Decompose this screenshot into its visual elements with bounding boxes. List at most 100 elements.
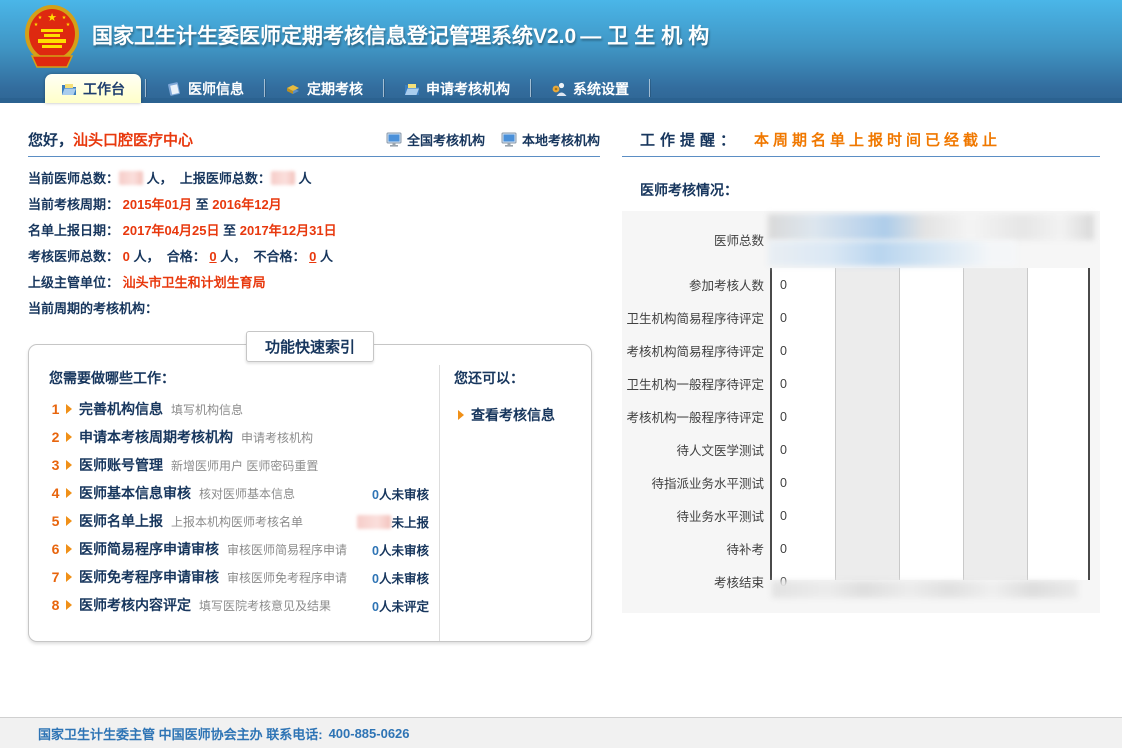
page-title: 国家卫生计生委医师定期考核信息登记管理系统V2.0—卫生机构 [92, 20, 715, 50]
link-label: 本地考核机构 [522, 130, 600, 149]
tab-label: 定期考核 [307, 79, 363, 99]
task-item-2[interactable]: 2 申请本考核周期考核机构 申请考核机构 [49, 423, 429, 451]
arrow-right-icon [66, 404, 72, 414]
national-assessment-orgs-link[interactable]: 全国考核机构 [386, 130, 485, 149]
report-date-row: 名单上报日期： 2017年04月25日 至 2017年12月31日 [28, 218, 600, 244]
assessment-cycle-row: 当前考核周期： 2015年01月 至 2016年12月 [28, 192, 600, 218]
footer-bar: 国家卫生计生委主管 中国医师协会主办 联系电话: 400-885-0626 [0, 717, 1122, 748]
unqualified-count-link[interactable]: 0 [309, 249, 316, 264]
svg-text:★: ★ [47, 12, 57, 24]
svg-text:★: ★ [66, 22, 71, 28]
books-icon [285, 81, 301, 97]
assessed-doctors-row: 考核医师总数： 0 人， 合格： 0 人， 不合格： 0 人 [28, 244, 600, 270]
content-area: 您好，汕头口腔医疗中心 全国考核机构 [0, 103, 1122, 717]
summary-info: 当前医师总数： 人， 上报医师总数： 人 当前考核周期： 2015年01月 至 … [28, 166, 600, 322]
view-assessment-info-link[interactable]: 查看考核信息 [454, 405, 591, 425]
tasks-header: 您需要做哪些工作： [49, 365, 429, 395]
tab-label: 医师信息 [188, 79, 244, 99]
redacted-value [119, 171, 143, 185]
monitor-icon [386, 132, 402, 147]
chart-row: 卫生机构一般程序待评定0 [622, 367, 1100, 400]
more-actions-header: 您还可以： [454, 365, 591, 395]
task-item-7[interactable]: 7 医师免考程序申请审核 审核医师免考程序申请 0人未审核 [49, 563, 429, 591]
left-pane: 您好，汕头口腔医疗中心 全国考核机构 [28, 103, 600, 642]
chart-title: 医师考核情况： [640, 180, 1100, 200]
footer-phone: 400-885-0626 [329, 726, 410, 741]
task-item-8[interactable]: 8 医师考核内容评定 填写医院考核意见及结果 0人未评定 [49, 591, 429, 619]
status-badge: 0人未评定 [372, 596, 429, 615]
task-item-6[interactable]: 6 医师简易程序申请审核 审核医师简易程序申请 0人未审核 [49, 535, 429, 563]
arrow-right-icon [66, 572, 72, 582]
quick-index-panel: 功能快速索引 您需要做哪些工作： 1 完善机构信息 填写机构信息 2 [28, 344, 592, 642]
qualified-count-link[interactable]: 0 [209, 249, 216, 264]
folder-icon [404, 81, 420, 97]
org-name: 汕头口腔医疗中心 [73, 132, 193, 149]
user-gear-icon [551, 81, 567, 97]
arrow-right-icon [66, 600, 72, 610]
svg-text:★: ★ [38, 15, 43, 21]
tab-separator [145, 79, 146, 97]
chart-row: 待人文医学测试0 [622, 433, 1100, 466]
arrow-right-icon [66, 544, 72, 554]
header-banner: ★ ★ ★ ★ ★ 国家卫生计生委医师定期考核信息登记管理系统V2.0—卫生机构… [0, 0, 1122, 103]
status-badge: 0人未审核 [372, 484, 429, 503]
divider [28, 156, 600, 157]
monitor-icon [501, 132, 517, 147]
doctor-count-row: 当前医师总数： 人， 上报医师总数： 人 [28, 166, 600, 192]
tab-physician-info[interactable]: 医师信息 [150, 74, 260, 103]
chart-row: 参加考核人数0 [622, 268, 1100, 301]
redacted-axis-labels [772, 581, 1078, 598]
chart-row: 待业务水平测试0 [622, 499, 1100, 532]
task-item-3[interactable]: 3 医师账号管理 新增医师用户 医师密码重置 [49, 451, 429, 479]
redacted-value [271, 171, 295, 185]
local-assessment-orgs-link[interactable]: 本地考核机构 [501, 130, 600, 149]
status-badge: 0人未审核 [372, 540, 429, 559]
assessment-status-chart: 医师总数 参加考核人数0 卫生机构简易程序待评定0 考核机构简易程序待评定0 卫… [622, 211, 1100, 613]
quick-index-title: 功能快速索引 [246, 331, 374, 362]
reminder-message: 本周期名单上报时间已经截止 [754, 129, 1001, 150]
app-window: ★ ★ ★ ★ ★ 国家卫生计生委医师定期考核信息登记管理系统V2.0—卫生机构… [0, 0, 1122, 748]
work-reminder: 工作提醒： 本周期名单上报时间已经截止 [640, 129, 1100, 149]
tab-label: 工作台 [83, 79, 125, 99]
arrow-right-icon [458, 410, 464, 420]
chart-row: 待指派业务水平测试0 [622, 466, 1100, 499]
folder-icon [61, 81, 77, 97]
svg-text:★: ★ [62, 15, 67, 21]
tab-workbench[interactable]: 工作台 [45, 74, 141, 103]
task-item-4[interactable]: 4 医师基本信息审核 核对医师基本信息 0人未审核 [49, 479, 429, 507]
supervisor-unit-row: 上级主管单位： 汕头市卫生和计划生育局 [28, 270, 600, 296]
task-item-1[interactable]: 1 完善机构信息 填写机构信息 [49, 395, 429, 423]
divider [622, 156, 1100, 157]
chart-row: 考核机构一般程序待评定0 [622, 400, 1100, 433]
chart-row: 医师总数 [622, 211, 1100, 268]
arrow-right-icon [66, 516, 72, 526]
redacted-count [357, 515, 391, 529]
tab-system-settings[interactable]: 系统设置 [535, 74, 645, 103]
chart-row: 待补考0 [622, 532, 1100, 565]
notebook-icon [166, 81, 182, 97]
current-cycle-orgs-row: 当前周期的考核机构： [28, 296, 600, 322]
tab-separator [383, 79, 384, 97]
status-badge: 0人未审核 [372, 568, 429, 587]
arrow-right-icon [66, 488, 72, 498]
tab-label: 申请考核机构 [426, 79, 510, 99]
chart-row: 考核机构简易程序待评定0 [622, 334, 1100, 367]
tab-periodic-assessment[interactable]: 定期考核 [269, 74, 379, 103]
status-badge: 未上报 [357, 512, 429, 531]
arrow-right-icon [66, 432, 72, 442]
right-pane: 工作提醒： 本周期名单上报时间已经截止 医师考核情况： 医师总数 [622, 103, 1100, 613]
svg-text:★: ★ [34, 22, 39, 28]
task-item-5[interactable]: 5 医师名单上报 上报本机构医师考核名单 未上报 [49, 507, 429, 535]
tab-apply-assessment-org[interactable]: 申请考核机构 [388, 74, 526, 103]
tab-separator [649, 79, 650, 97]
tab-separator [530, 79, 531, 97]
arrow-right-icon [66, 460, 72, 470]
greeting: 您好，汕头口腔医疗中心 [28, 129, 193, 150]
tab-separator [264, 79, 265, 97]
china-national-emblem-logo: ★ ★ ★ ★ ★ [24, 4, 80, 70]
footer-text: 国家卫生计生委主管 中国医师协会主办 联系电话: [38, 724, 323, 743]
main-nav: 工作台 医师信息 定期考核 [45, 74, 654, 103]
link-label: 全国考核机构 [407, 130, 485, 149]
chart-row: 卫生机构简易程序待评定0 [622, 301, 1100, 334]
tab-label: 系统设置 [573, 79, 629, 99]
